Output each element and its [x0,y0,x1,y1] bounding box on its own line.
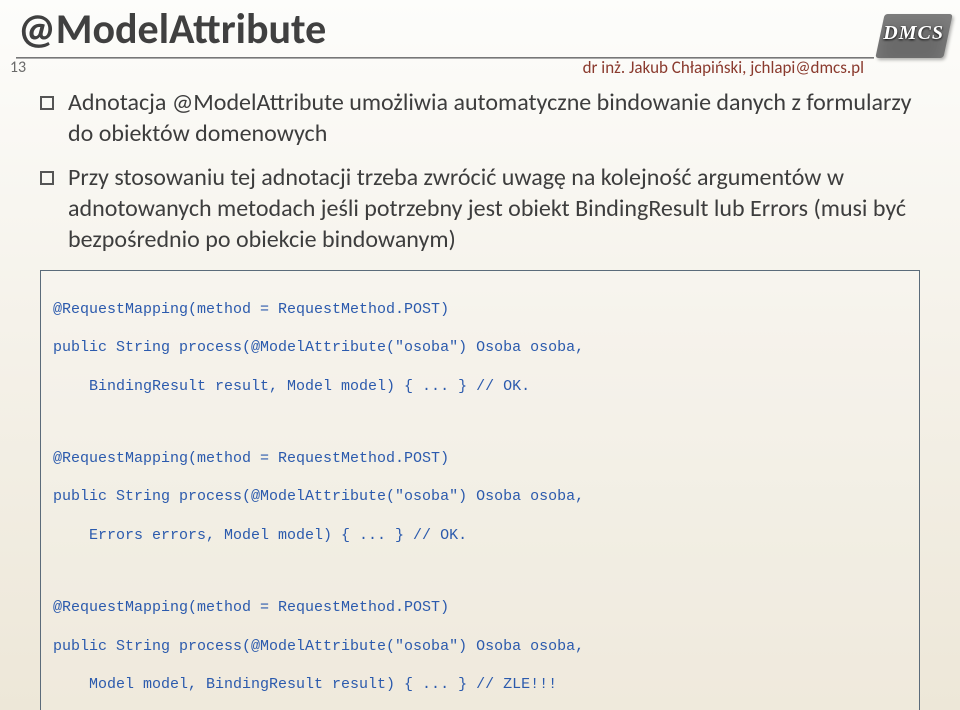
slide-content: Adnotacja @ModelAttribute umożliwia auto… [40,88,920,710]
code-blank-line [53,564,907,579]
dmcs-logo-text: DMCS [883,22,944,45]
bullet-marker-icon [40,171,54,185]
code-line: Model model, BindingResult result) { ...… [53,675,907,694]
bullet-item: Przy stosowaniu tej adnotacji trzeba zwr… [40,163,920,255]
code-line: public String process(@ModelAttribute("o… [53,487,907,506]
code-line: public String process(@ModelAttribute("o… [53,637,907,656]
slide-title: @ModelAttribute [18,4,326,55]
code-blank-line [53,415,907,430]
code-line: @RequestMapping(method = RequestMethod.P… [53,300,907,319]
code-line: public String process(@ModelAttribute("o… [53,338,907,357]
bullet-text: Przy stosowaniu tej adnotacji trzeba zwr… [68,163,920,255]
page-number: 13 [0,58,36,77]
bullet-marker-icon [40,96,54,110]
code-line: BindingResult result, Model model) { ...… [53,377,907,396]
code-line: @RequestMapping(method = RequestMethod.P… [53,598,907,617]
bullet-text: Adnotacja @ModelAttribute umożliwia auto… [68,88,920,149]
code-line: @RequestMapping(method = RequestMethod.P… [53,449,907,468]
byline: dr inż. Jakub Chłapiński, jchlapi@dmcs.p… [579,57,868,78]
code-block: @RequestMapping(method = RequestMethod.P… [40,270,920,710]
bullet-item: Adnotacja @ModelAttribute umożliwia auto… [40,88,920,149]
code-line: Errors errors, Model model) { ... } // O… [53,526,907,545]
